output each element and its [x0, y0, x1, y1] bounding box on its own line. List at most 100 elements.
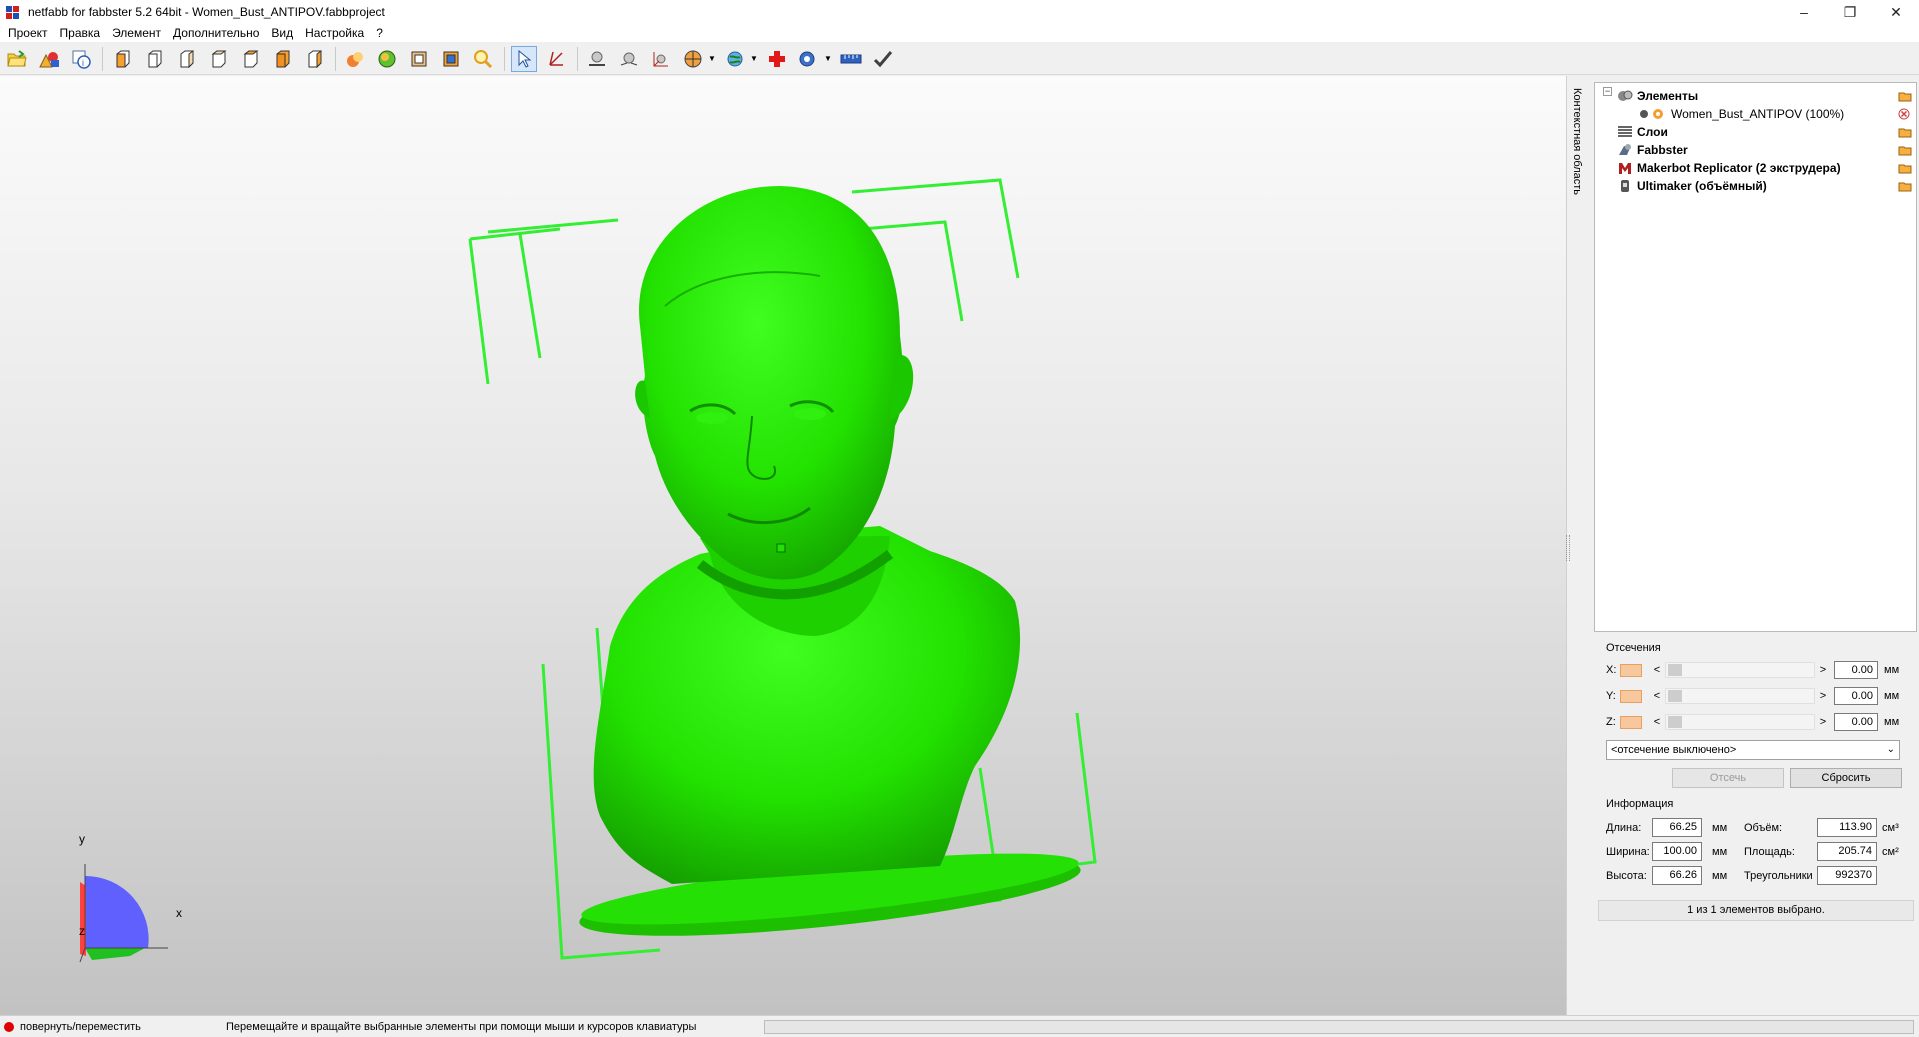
width-label: Ширина:: [1606, 846, 1650, 858]
menu-element[interactable]: Элемент: [106, 24, 167, 42]
menu-edit[interactable]: Правка: [54, 24, 107, 42]
cut-value-input[interactable]: 0.00: [1834, 713, 1878, 731]
cut-plane-toggle[interactable]: [1620, 689, 1642, 703]
open-project-button[interactable]: [4, 46, 30, 72]
area-label: Площадь:: [1744, 846, 1795, 858]
scale-part-button[interactable]: [648, 46, 674, 72]
status-dot-icon: [4, 1021, 14, 1032]
remove-part-icon[interactable]: [1898, 108, 1912, 120]
tree-label: Fabbster: [1637, 143, 1688, 157]
cut-decrease-button[interactable]: <: [1652, 716, 1662, 728]
cut-slider[interactable]: [1665, 714, 1815, 730]
minimize-button[interactable]: –: [1781, 0, 1827, 24]
part-info-button[interactable]: i: [68, 46, 94, 72]
add-part-button[interactable]: [36, 46, 62, 72]
width-unit: мм: [1712, 846, 1728, 858]
menu-project[interactable]: Проект: [2, 24, 54, 42]
folder-icon[interactable]: [1898, 144, 1912, 156]
ruler-button[interactable]: [838, 46, 864, 72]
printer-icon: [1617, 143, 1633, 157]
window-controls: – ❐ ✕: [1781, 0, 1919, 24]
toolbar-separator: [335, 46, 336, 71]
cut-increase-button[interactable]: >: [1818, 716, 1828, 728]
pivot-marker[interactable]: [776, 543, 786, 553]
folder-icon[interactable]: [1898, 90, 1912, 102]
cut-increase-button[interactable]: >: [1818, 690, 1828, 702]
cut-axis-label: X:: [1606, 664, 1617, 676]
bust-head[interactable]: [639, 186, 904, 580]
slider-thumb[interactable]: [1668, 690, 1682, 702]
cut-plane-toggle[interactable]: [1620, 663, 1642, 677]
length-label: Длина:: [1606, 822, 1642, 834]
apply-button[interactable]: [870, 46, 896, 72]
cut-slider[interactable]: [1665, 688, 1815, 704]
view-front-button[interactable]: [109, 46, 135, 72]
menu-bar: Проект Правка Элемент Дополнительно Вид …: [0, 24, 1919, 42]
tree-row-part[interactable]: Women_Bust_ANTIPOV (100%): [1595, 105, 1916, 123]
cube-bottom-icon: [276, 50, 290, 67]
height-unit: мм: [1712, 870, 1728, 882]
cut-decrease-button[interactable]: <: [1652, 664, 1662, 676]
rotate-part-button[interactable]: [680, 46, 706, 72]
bounding-box-icon: [443, 51, 459, 66]
cut-reset-button[interactable]: Сбросить: [1790, 768, 1902, 788]
cut-decrease-button[interactable]: <: [1652, 690, 1662, 702]
view-iso-button[interactable]: [301, 46, 327, 72]
cut-value-input[interactable]: 0.00: [1834, 661, 1878, 679]
axis-label-y: y: [79, 832, 85, 846]
new-repair-button[interactable]: [764, 46, 790, 72]
splitter-grip[interactable]: [1566, 535, 1570, 561]
cut-value-input[interactable]: 0.00: [1834, 687, 1878, 705]
cut-mode-select[interactable]: <отсечение выключено> ⌄: [1606, 740, 1900, 760]
move-part-button[interactable]: [616, 46, 642, 72]
tree-row-fabbster[interactable]: Fabbster: [1595, 141, 1916, 159]
shading-solid-button[interactable]: [342, 46, 368, 72]
progress-bar: [764, 1019, 1914, 1034]
shading-box-button[interactable]: [438, 46, 464, 72]
shading-wire-button[interactable]: [406, 46, 432, 72]
view-right-button[interactable]: [205, 46, 231, 72]
rotate-sphere-icon: [684, 50, 702, 67]
menu-settings[interactable]: Настройка: [299, 24, 370, 42]
toolbar-separator: [577, 46, 578, 71]
repair-button[interactable]: [722, 46, 748, 72]
slider-thumb[interactable]: [1668, 716, 1682, 728]
folder-icon[interactable]: [1898, 126, 1912, 138]
zoom-button[interactable]: [470, 46, 496, 72]
tree-row-layers[interactable]: Слои: [1595, 123, 1916, 141]
place-on-platform-button[interactable]: [584, 46, 610, 72]
close-button[interactable]: ✕: [1873, 0, 1919, 24]
restore-button[interactable]: ❐: [1827, 0, 1873, 24]
menu-help[interactable]: ?: [370, 24, 389, 42]
folder-icon[interactable]: [1898, 162, 1912, 174]
cut-plane-toggle[interactable]: [1620, 715, 1642, 729]
viewport-scene[interactable]: [0, 76, 1566, 1015]
measure-tool-button[interactable]: [543, 46, 569, 72]
cut-dropdown-caret[interactable]: ▼: [824, 46, 832, 72]
cut-apply-button[interactable]: Отсечь: [1672, 768, 1784, 788]
cut-slider[interactable]: [1665, 662, 1815, 678]
tree-row-ultimaker[interactable]: Ultimaker (объёмный): [1595, 177, 1916, 195]
shading-color-button[interactable]: [374, 46, 400, 72]
view-left-button[interactable]: [173, 46, 199, 72]
cut-increase-button[interactable]: >: [1818, 664, 1828, 676]
view-top-button[interactable]: [237, 46, 263, 72]
cut-mode-value: <отсечение выключено>: [1611, 744, 1737, 756]
repair-dropdown-caret[interactable]: ▼: [750, 46, 758, 72]
menu-extra[interactable]: Дополнительно: [167, 24, 265, 42]
sphere-move-icon: [620, 52, 638, 65]
menu-view[interactable]: Вид: [265, 24, 299, 42]
tree-row-makerbot[interactable]: Makerbot Replicator (2 экструдера): [1595, 159, 1916, 177]
view-back-button[interactable]: [141, 46, 167, 72]
tree-row-elements[interactable]: Элементы: [1595, 87, 1916, 105]
cut-unit: мм: [1884, 664, 1900, 676]
3d-viewport[interactable]: y x z: [0, 76, 1566, 1015]
slider-thumb[interactable]: [1668, 664, 1682, 676]
select-tool-button[interactable]: [511, 45, 537, 72]
rotate-dropdown-caret[interactable]: ▼: [708, 46, 716, 72]
folder-icon[interactable]: [1898, 180, 1912, 192]
cut-button[interactable]: [796, 46, 822, 72]
layers-icon: [1617, 125, 1633, 139]
view-bottom-button[interactable]: [269, 46, 295, 72]
cursor-arrow-icon: [518, 49, 532, 68]
